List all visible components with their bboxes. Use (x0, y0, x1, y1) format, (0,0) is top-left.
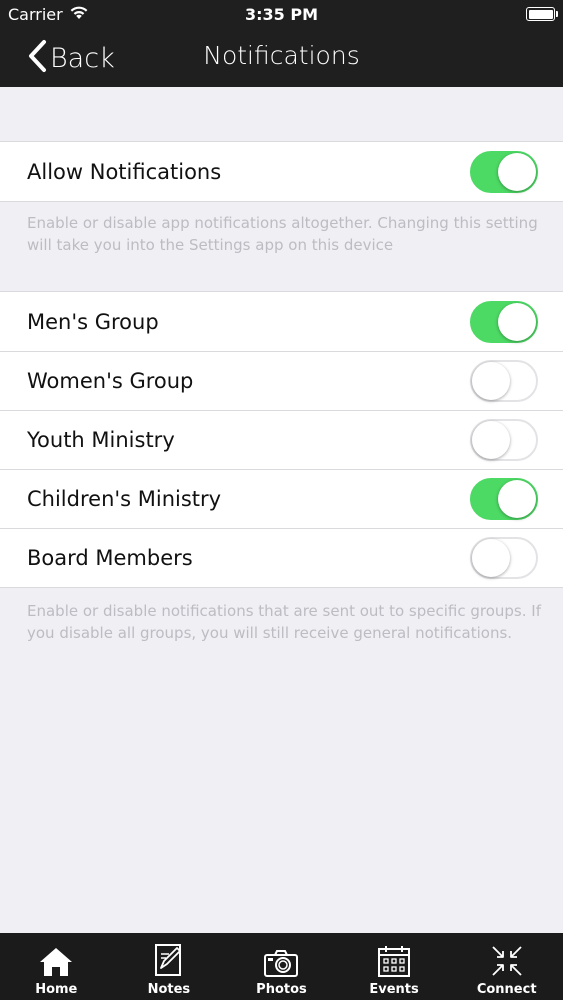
group-row-label: Youth Ministry (27, 428, 175, 452)
tab-home[interactable]: Home (0, 933, 113, 1000)
group-row-childrens-ministry: Children's Ministry (0, 469, 563, 528)
notification-groups: Men's Group Women's Group Youth Ministry… (0, 291, 563, 588)
camera-icon (264, 950, 299, 977)
group-row-label: Children's Ministry (27, 487, 222, 511)
group-row-label: Board Members (27, 546, 193, 570)
tab-photos-label: Photos (256, 982, 307, 997)
connect-icon (492, 946, 522, 976)
tab-connect[interactable]: Connect (450, 933, 563, 1000)
toggle-knob (472, 539, 510, 577)
tab-notes[interactable]: Notes (113, 933, 226, 1000)
toggle-knob (498, 480, 536, 518)
board-members-toggle[interactable] (470, 537, 538, 579)
tab-notes-label: Notes (147, 982, 191, 997)
childrens-ministry-toggle[interactable] (470, 478, 538, 520)
home-icon (40, 948, 73, 976)
battery-icon (526, 7, 558, 21)
allow-notifications-group: Allow Notifications (0, 141, 563, 202)
notes-icon (154, 944, 181, 976)
tab-connect-label: Connect (476, 982, 537, 997)
groups-footer: Enable or disable notifications that are… (27, 602, 541, 642)
toggle-knob (472, 421, 510, 459)
toggle-knob (498, 152, 536, 191)
allow-notifications-label: Allow Notifications (27, 159, 222, 184)
tab-bar: Home Notes Photos Events Connect (0, 933, 563, 1000)
toggle-knob (498, 302, 536, 341)
tab-events[interactable]: Events (338, 933, 451, 1000)
calendar-icon (378, 946, 411, 977)
group-row-board-members: Board Members (0, 528, 563, 587)
group-row-womens-group: Women's Group (0, 351, 563, 410)
allow-notifications-footer: Enable or disable app notifications alto… (27, 214, 538, 254)
youth-ministry-toggle[interactable] (470, 419, 538, 461)
allow-notifications-row: Allow Notifications (0, 142, 563, 201)
group-row-label: Women's Group (27, 369, 194, 393)
group-row-label: Men's Group (27, 309, 159, 334)
mens-group-toggle[interactable] (470, 300, 538, 343)
tab-photos[interactable]: Photos (225, 933, 338, 1000)
status-time: 3:35 PM (244, 5, 318, 24)
toggle-knob (472, 362, 510, 400)
status-bar: Carrier 3:35 PM (0, 0, 563, 30)
tab-events-label: Events (369, 982, 419, 997)
group-row-youth-ministry: Youth Ministry (0, 410, 563, 469)
tab-home-label: Home (35, 982, 78, 997)
group-row-mens-group: Men's Group (0, 292, 563, 351)
page-title: Notifications (203, 41, 360, 70)
allow-notifications-toggle[interactable] (470, 150, 538, 193)
navigation-bar: Back Notifications (0, 30, 563, 87)
womens-group-toggle[interactable] (470, 360, 538, 402)
